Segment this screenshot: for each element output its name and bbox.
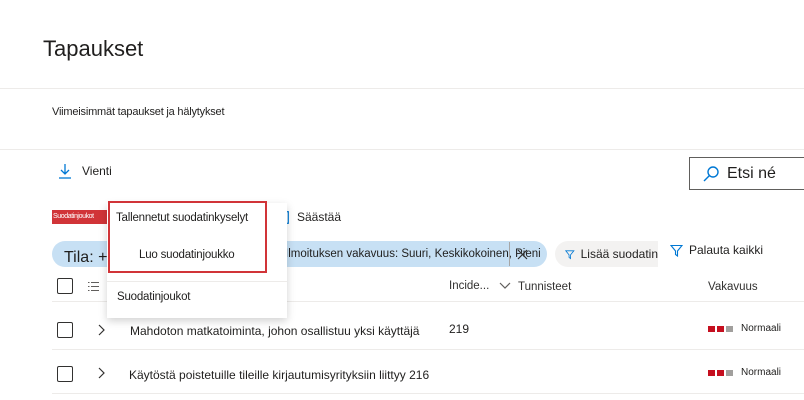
state-filter-label[interactable]: Tila: + bbox=[64, 249, 107, 267]
export-label: Vienti bbox=[82, 164, 112, 178]
severity-bar bbox=[717, 325, 724, 332]
chevron-down-icon[interactable] bbox=[499, 282, 511, 290]
add-filter-label: Lisää suodatin bbox=[580, 247, 658, 261]
severity-indicator: Normaali bbox=[708, 367, 781, 378]
filter-icon bbox=[565, 249, 575, 259]
severity-column-header[interactable]: Vakavuus bbox=[708, 281, 758, 293]
export-button[interactable]: Vienti bbox=[58, 163, 112, 179]
severity-label: Normaali bbox=[741, 323, 782, 334]
severity-label: Normaali bbox=[741, 367, 782, 378]
row-divider bbox=[52, 393, 804, 394]
reset-all-button[interactable]: Palauta kaikki bbox=[670, 243, 763, 257]
incident-id: 219 bbox=[449, 322, 470, 336]
dropdown-separator bbox=[107, 281, 287, 282]
severity-bar bbox=[708, 325, 715, 332]
severity-indicator: Normaali bbox=[708, 323, 781, 334]
search-icon bbox=[703, 165, 719, 181]
download-icon bbox=[59, 164, 71, 179]
row-checkbox[interactable] bbox=[57, 366, 73, 382]
list-icon bbox=[88, 282, 99, 291]
search-input[interactable] bbox=[727, 164, 804, 183]
reset-all-label: Palauta kaikki bbox=[689, 243, 764, 257]
severity-bar bbox=[726, 325, 733, 332]
save-label: Säästää bbox=[297, 210, 342, 224]
tabs-bar bbox=[0, 88, 804, 150]
filter-reset-icon bbox=[670, 244, 683, 257]
tags-column-header[interactable]: Tunnisteet bbox=[518, 281, 571, 293]
filter-sets-button[interactable]: Suodatinjoukot bbox=[52, 210, 108, 224]
saved-filter-queries-item[interactable]: Tallennetut suodatinkyselyt bbox=[116, 212, 248, 224]
severity-bar bbox=[717, 369, 724, 376]
search-box[interactable] bbox=[689, 157, 804, 190]
close-icon bbox=[517, 249, 528, 259]
severity-bar bbox=[726, 369, 733, 376]
row-divider bbox=[52, 349, 804, 350]
create-filter-set-item[interactable]: Luo suodatinjoukko bbox=[139, 249, 235, 261]
select-all-checkbox[interactable] bbox=[57, 278, 73, 294]
incident-name[interactable]: Mahdoton matkatoiminta, johon osallistuu… bbox=[130, 324, 419, 338]
chevron-right-icon[interactable] bbox=[97, 367, 106, 379]
row-checkbox[interactable] bbox=[57, 322, 73, 338]
severity-bar bbox=[708, 369, 715, 376]
incidents-column-header[interactable]: Incide... bbox=[449, 280, 489, 292]
chevron-right-icon[interactable] bbox=[97, 324, 106, 336]
add-filter-button[interactable]: Lisää suodatin bbox=[555, 241, 658, 267]
remove-filter-button[interactable] bbox=[509, 242, 535, 266]
filter-sets-item[interactable]: Suodatinjoukot bbox=[117, 291, 190, 303]
incident-name[interactable]: Käytöstä poistetuille tileille kirjautum… bbox=[129, 368, 429, 382]
page-title: Tapaukset bbox=[43, 36, 144, 61]
tab-recent-incidents[interactable]: Viimeisimmät tapaukset ja hälytykset bbox=[52, 106, 225, 118]
